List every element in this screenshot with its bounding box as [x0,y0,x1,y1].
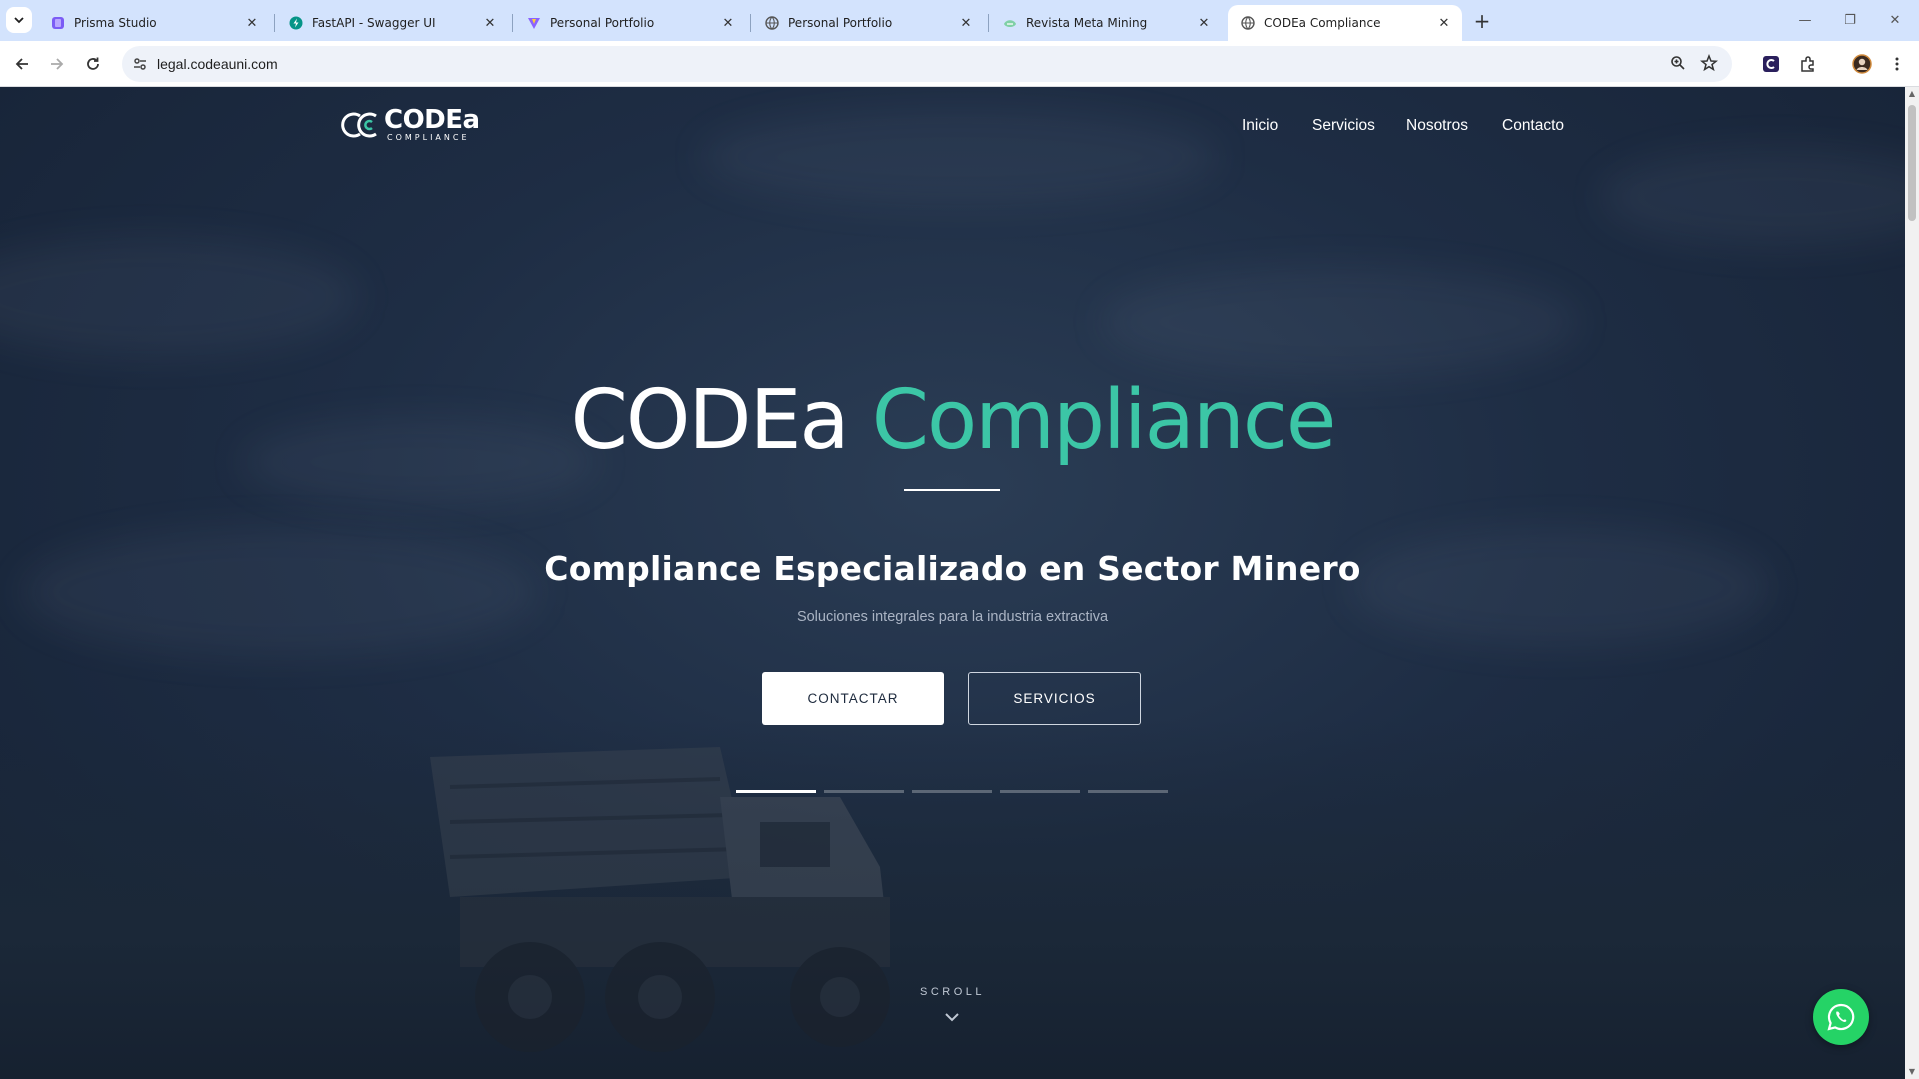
hero-section: CODEa COMPLIANCE Inicio Servicios Nosotr… [0,87,1905,1079]
site-info-icon[interactable] [132,56,148,76]
chevron-down-icon [14,17,24,24]
browser-menu-button[interactable] [1886,53,1908,75]
cloud-shape [20,527,540,657]
reload-button[interactable] [79,50,107,78]
puzzle-icon [1801,56,1814,72]
logo-wordmark: CODEa [384,105,480,135]
arrow-right-icon [51,58,64,70]
hero-subtitle: Compliance Especializado en Sector Miner… [544,549,1361,588]
tab-strip: Prisma Studio ✕ FastAPI - Swagger UI ✕ P… [0,0,1919,41]
fastapi-icon [288,15,304,31]
browser-toolbar: legal.codeauni.com [0,41,1919,87]
tab-search-button[interactable] [6,7,32,33]
slide-indicator-3[interactable] [912,790,992,793]
cloud-shape [1600,147,1905,247]
nav-link-servicios[interactable]: Servicios [1312,117,1375,135]
plus-icon: + [1473,9,1491,33]
reload-icon [87,57,99,70]
hero-title-accent: Compliance [871,373,1337,468]
address-bar[interactable]: legal.codeauni.com [122,46,1732,82]
bookmark-star-icon[interactable] [1700,53,1718,76]
forward-button[interactable] [43,50,71,78]
tab-title: CODEa Compliance [1264,16,1381,30]
tab-codea-compliance[interactable]: CODEa Compliance ✕ [1228,5,1462,41]
tab-divider [512,14,513,32]
scroll-label[interactable]: SCROLL [0,986,1905,998]
slide-indicator-1[interactable] [736,790,816,793]
logo-subtitle: COMPLIANCE [387,133,470,142]
restore-icon: ❐ [1844,12,1856,28]
back-button[interactable] [8,50,36,78]
tab-revista-meta-mining[interactable]: Revista Meta Mining ✕ [990,5,1222,41]
tab-divider [750,14,751,32]
close-window-button[interactable]: ✕ [1885,10,1905,30]
tab-title: Revista Meta Mining [1026,16,1148,30]
title-divider [904,489,1000,491]
cloud-shape [0,237,360,357]
profile-avatar[interactable] [1851,53,1873,75]
nav-link-inicio[interactable]: Inicio [1242,117,1278,135]
contact-button[interactable]: CONTACTAR [762,672,944,725]
slide-indicator-4[interactable] [1000,790,1080,793]
scroll-down-icon[interactable]: ▼ [1907,1067,1917,1077]
close-icon[interactable]: ✕ [1196,15,1212,31]
hero-title-brand: CODEa [570,373,850,468]
tab-title: Personal Portfolio [788,16,893,30]
services-button[interactable]: SERVICIOS [968,672,1141,725]
globe-icon [1240,15,1256,31]
tab-fastapi[interactable]: FastAPI - Swagger UI ✕ [276,5,508,41]
chevron-down-icon[interactable] [943,1011,961,1023]
c-extension-icon [1763,56,1779,72]
codea-logo-icon [341,112,377,137]
ground-shade [0,719,1905,1079]
hero-title: CODEa Compliance [0,371,1905,471]
tab-divider [988,14,989,32]
more-vertical-icon [1895,57,1899,71]
minimize-icon: — [1798,12,1812,28]
vite-icon [526,15,542,31]
close-icon: ✕ [1889,12,1901,28]
extension-c-button[interactable] [1760,53,1782,75]
tab-personal-portfolio-vite[interactable]: Personal Portfolio ✕ [514,5,746,41]
tab-divider [274,14,275,32]
nav-link-contacto[interactable]: Contacto [1502,117,1564,135]
tab-title: Personal Portfolio [550,16,655,30]
arrow-left-icon [15,58,28,70]
scroll-up-icon[interactable]: ▲ [1907,89,1917,99]
globe-icon [764,15,780,31]
scrollbar-thumb[interactable] [1908,105,1916,221]
minimize-button[interactable]: — [1795,10,1815,30]
slide-indicator-5[interactable] [1088,790,1168,793]
restore-button[interactable]: ❐ [1840,10,1860,30]
close-icon[interactable]: ✕ [958,15,974,31]
tab-prisma-studio[interactable]: Prisma Studio ✕ [38,5,270,41]
url-text: legal.codeauni.com [157,56,278,72]
avatar-icon [1852,54,1872,74]
prisma-icon [50,15,66,31]
slide-indicator-2[interactable] [824,790,904,793]
close-icon[interactable]: ✕ [482,15,498,31]
nav-link-nosotros[interactable]: Nosotros [1406,117,1468,135]
close-icon[interactable]: ✕ [1436,15,1452,31]
whatsapp-button[interactable] [1813,989,1869,1045]
cloud-shape [700,107,1220,207]
tab-title: FastAPI - Swagger UI [312,16,436,30]
extensions-button[interactable] [1797,53,1819,75]
meta-mining-icon [1002,15,1018,31]
whatsapp-icon [1827,1003,1855,1031]
dump-truck-illustration [430,747,890,1052]
site-logo[interactable]: CODEa COMPLIANCE [338,107,480,142]
close-icon[interactable]: ✕ [244,15,260,31]
zoom-icon[interactable] [1670,55,1686,75]
hero-tagline: Soluciones integrales para la industria … [796,609,1109,625]
close-icon[interactable]: ✕ [720,15,736,31]
tab-title: Prisma Studio [74,16,157,30]
cloud-shape [1100,267,1580,377]
tab-personal-portfolio[interactable]: Personal Portfolio ✕ [752,5,984,41]
page-scrollbar[interactable]: ▲ ▼ [1905,87,1919,1079]
new-tab-button[interactable]: + [1470,9,1494,33]
